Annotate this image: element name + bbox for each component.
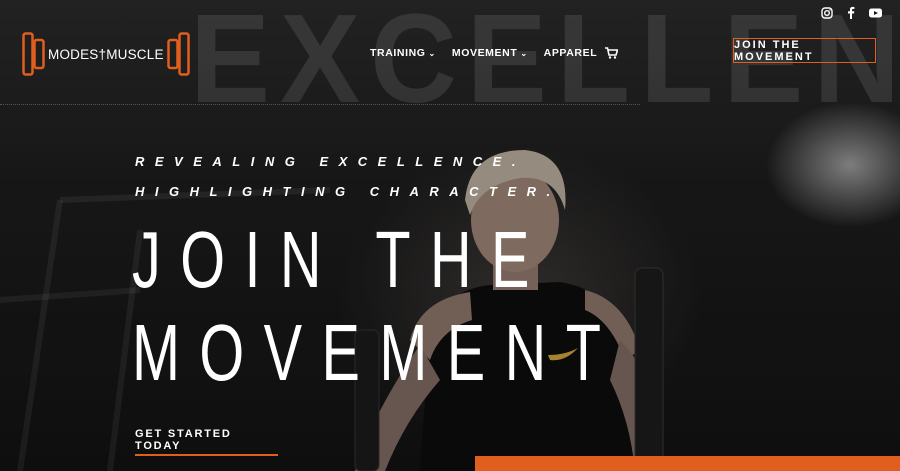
site-logo[interactable]: MODES†MUSCLE [22, 32, 190, 76]
instagram-icon[interactable] [821, 6, 833, 19]
header-divider [0, 104, 640, 105]
hero-tagline: REVEALING EXCELLENCE. HIGHLIGHTING CHARA… [135, 154, 561, 199]
nav-training-label: TRAINING [370, 47, 426, 59]
nav-movement[interactable]: MOVEMENT ⌄ [452, 47, 528, 59]
nav-apparel-label: APPAREL [543, 47, 598, 59]
main-nav: TRAINING ⌄ MOVEMENT ⌄ APPAREL [370, 47, 634, 59]
headline-line-2: MOVEMENT [132, 308, 621, 397]
headline-line-1: JOIN THE [132, 215, 549, 304]
shopping-cart-icon[interactable] [605, 47, 619, 59]
youtube-icon[interactable] [869, 8, 882, 18]
logo-text: MODES†MUSCLE [48, 46, 164, 62]
nav-apparel[interactable]: APPAREL [544, 47, 619, 59]
dumbbell-left-icon [22, 32, 45, 76]
join-movement-button[interactable]: JOIN THE MOVEMENT [733, 38, 876, 63]
chevron-down-icon: ⌄ [520, 48, 528, 58]
hero-headline: JOIN THE MOVEMENT [132, 213, 621, 399]
nav-training[interactable]: TRAINING ⌄ [370, 47, 436, 59]
chevron-down-icon: ⌄ [428, 48, 436, 58]
social-links [807, 6, 882, 19]
orange-accent-bar [475, 456, 900, 471]
facebook-icon[interactable] [847, 6, 855, 19]
get-started-button[interactable]: GET STARTED TODAY [135, 426, 278, 456]
dumbbell-right-icon [166, 32, 190, 76]
nav-movement-label: MOVEMENT [451, 47, 518, 59]
